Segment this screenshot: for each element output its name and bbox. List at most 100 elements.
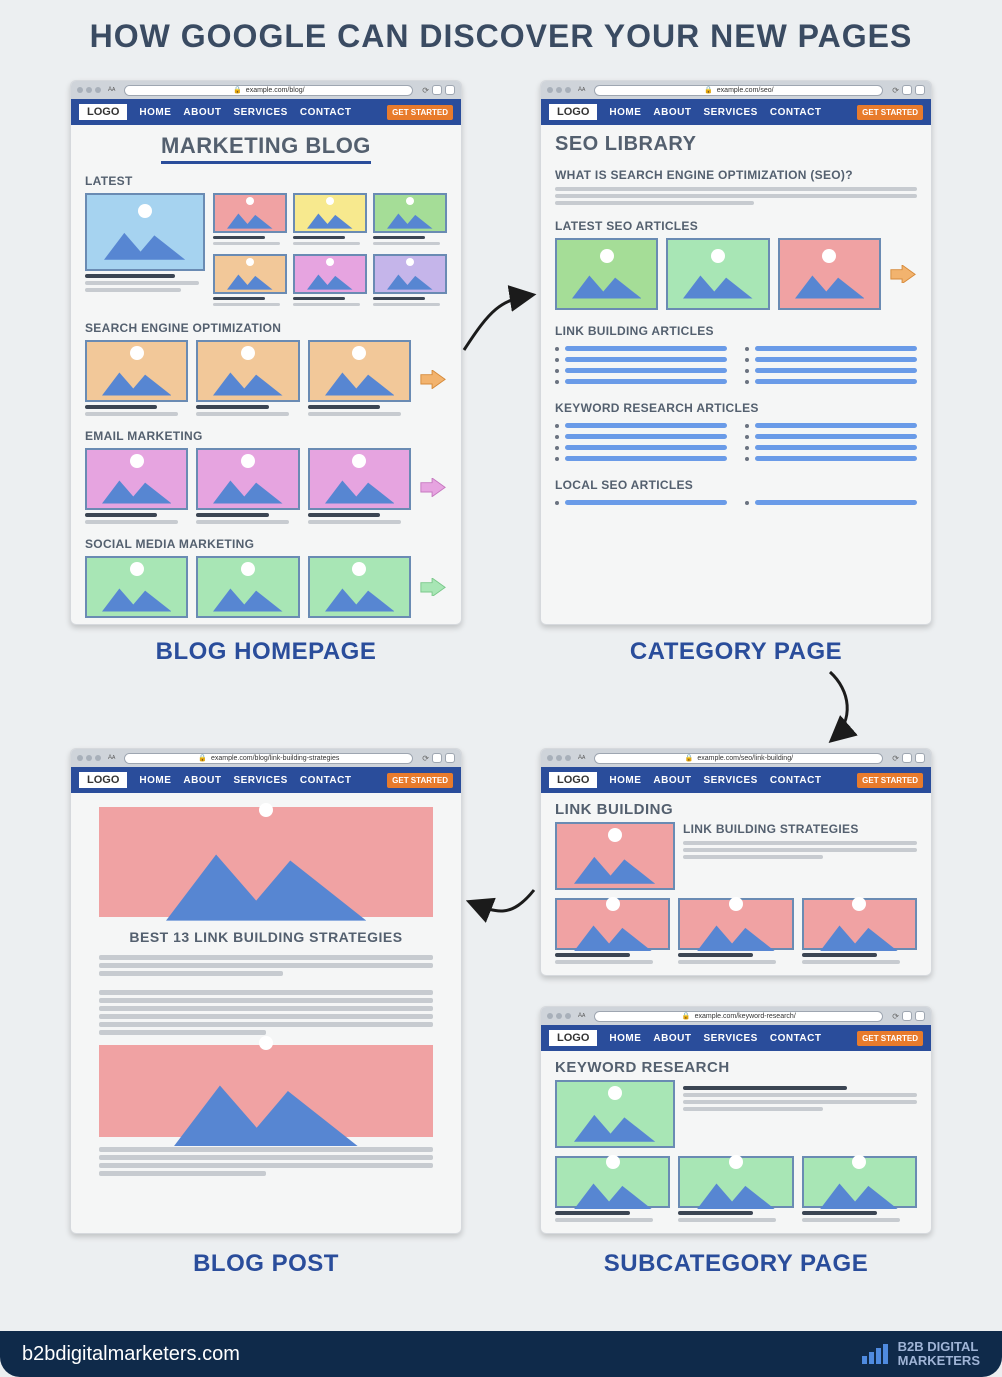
address-bar: 🔒example.com/seo/link-building/ — [594, 753, 883, 764]
thumb-seo — [85, 340, 188, 402]
section-seo: SEARCH ENGINE OPTIMIZATION — [85, 321, 447, 335]
thumb-featured — [85, 193, 205, 271]
caption-category-page: CATEGORY PAGE — [540, 638, 932, 666]
section-email: EMAIL MARKETING — [85, 429, 447, 443]
thumb-related — [802, 1156, 917, 1208]
arrow-icon — [889, 265, 917, 284]
thumb-small — [373, 193, 447, 233]
footer-domain: b2bdigitalmarketers.com — [22, 1343, 240, 1366]
diagram-title: HOW GOOGLE CAN DISCOVER YOUR NEW PAGES — [0, 0, 1002, 63]
thumb-article — [666, 238, 769, 310]
thumb-email — [308, 448, 411, 510]
thumb-social — [196, 556, 299, 618]
browser-chrome: AA 🔒example.com/keyword-research/ ⟳ — [541, 1007, 931, 1025]
bullet-list — [555, 343, 917, 387]
lock-icon: 🔒 — [685, 754, 694, 762]
nav-home: HOME — [139, 107, 171, 118]
arrow-icon — [419, 478, 447, 497]
site-nav: LOGO HOME ABOUT SERVICES CONTACT GET STA… — [71, 767, 461, 793]
address-bar: 🔒example.com/blog/ — [124, 85, 413, 96]
browser-chrome: AA 🔒example.com/seo/link-building/ ⟳ — [541, 749, 931, 767]
thumb-hero — [555, 1080, 675, 1148]
thumb-small — [213, 254, 287, 294]
card-subcategory-keyword-research: AA 🔒example.com/keyword-research/ ⟳ LOGO… — [540, 1006, 932, 1234]
nav-services: SERVICES — [233, 107, 287, 118]
page-title: SEO LIBRARY — [555, 133, 917, 156]
site-nav: LOGO HOME ABOUT SERVICES CONTACT GET STA… — [71, 99, 461, 125]
lock-icon: 🔒 — [682, 1012, 691, 1020]
diagram-canvas: HOW GOOGLE CAN DISCOVER YOUR NEW PAGES A… — [0, 0, 1002, 1377]
cta-button: GET STARTED — [387, 773, 453, 788]
thumb-small — [293, 254, 367, 294]
card-blog-homepage: AA 🔒example.com/blog/ ⟳ LOGO HOME ABOUT … — [70, 80, 462, 625]
thumb-article — [778, 238, 881, 310]
thumb-seo — [196, 340, 299, 402]
thumb-hero — [555, 822, 675, 890]
site-nav: LOGO HOME ABOUT SERVICES CONTACT GET STA… — [541, 99, 931, 125]
section-what-is-seo: WHAT IS SEARCH ENGINE OPTIMIZATION (SEO)… — [555, 168, 917, 182]
address-bar: 🔒example.com/seo/ — [594, 85, 883, 96]
bullet-list — [555, 420, 917, 464]
lock-icon: 🔒 — [233, 86, 242, 94]
cta-button: GET STARTED — [387, 105, 453, 120]
thumb-related — [678, 1156, 793, 1208]
bullet-list — [555, 497, 917, 508]
body-text — [99, 1147, 433, 1176]
thumb-article — [555, 238, 658, 310]
logo: LOGO — [79, 772, 127, 788]
section-keyword-research: KEYWORD RESEARCH ARTICLES — [555, 401, 917, 415]
thumb-related — [678, 898, 793, 950]
post-title: BEST 13 LINK BUILDING STRATEGIES — [99, 929, 433, 945]
lock-icon: 🔒 — [198, 754, 207, 762]
cta-button: GET STARTED — [857, 105, 923, 120]
browser-chrome: AA 🔒example.com/blog/ ⟳ — [71, 81, 461, 99]
arrow-icon — [419, 578, 447, 597]
subtitle: LINK BUILDING STRATEGIES — [683, 822, 917, 836]
caption-blog-post: BLOG POST — [70, 1250, 462, 1278]
body-text — [99, 955, 433, 1035]
logo: LOGO — [549, 1030, 597, 1046]
browser-chrome: AA 🔒example.com/blog/link-building-strat… — [71, 749, 461, 767]
brand-bars-icon — [862, 1344, 888, 1364]
arrow-icon — [419, 370, 447, 389]
cta-button: GET STARTED — [857, 773, 923, 788]
thumb-small — [213, 193, 287, 233]
card-category-page: AA 🔒example.com/seo/ ⟳ LOGO HOME ABOUT S… — [540, 80, 932, 625]
thumb-related — [802, 898, 917, 950]
thumb-social — [85, 556, 188, 618]
section-latest: LATEST — [85, 174, 447, 188]
logo: LOGO — [79, 104, 127, 120]
site-nav: LOGO HOME ABOUT SERVICES CONTACT GET STA… — [541, 767, 931, 793]
section-social: SOCIAL MEDIA MARKETING — [85, 537, 447, 551]
caption-subcategory: SUBCATEGORY PAGE — [540, 1250, 932, 1278]
page-title: LINK BUILDING — [555, 801, 917, 818]
thumb-related — [555, 898, 670, 950]
post-hero-image — [99, 807, 433, 917]
footer-brand: B2B DIGITAL MARKETERS — [862, 1340, 980, 1367]
browser-chrome: AA 🔒example.com/seo/ ⟳ — [541, 81, 931, 99]
page-title: KEYWORD RESEARCH — [555, 1059, 917, 1076]
card-blog-post: AA 🔒example.com/blog/link-building-strat… — [70, 748, 462, 1234]
thumb-email — [196, 448, 299, 510]
page-title: MARKETING BLOG — [161, 133, 371, 164]
thumb-email — [85, 448, 188, 510]
post-body-image — [99, 1045, 433, 1137]
logo: LOGO — [549, 772, 597, 788]
section-link-building: LINK BUILDING ARTICLES — [555, 324, 917, 338]
address-bar: 🔒example.com/keyword-research/ — [594, 1011, 883, 1022]
section-latest-seo: LATEST SEO ARTICLES — [555, 219, 917, 233]
thumb-related — [555, 1156, 670, 1208]
thumb-small — [293, 193, 367, 233]
nav-contact: CONTACT — [300, 107, 352, 118]
caption-blog-homepage: BLOG HOMEPAGE — [70, 638, 462, 666]
address-bar: 🔒example.com/blog/link-building-strategi… — [124, 753, 413, 764]
cta-button: GET STARTED — [857, 1031, 923, 1046]
footer-bar: b2bdigitalmarketers.com B2B DIGITAL MARK… — [0, 1331, 1002, 1377]
lock-icon: 🔒 — [704, 86, 713, 94]
site-nav: LOGO HOME ABOUT SERVICES CONTACT GET STA… — [541, 1025, 931, 1051]
section-local-seo: LOCAL SEO ARTICLES — [555, 478, 917, 492]
nav-about: ABOUT — [183, 107, 221, 118]
thumb-seo — [308, 340, 411, 402]
card-subcategory-link-building: AA 🔒example.com/seo/link-building/ ⟳ LOG… — [540, 748, 932, 976]
thumb-small — [373, 254, 447, 294]
